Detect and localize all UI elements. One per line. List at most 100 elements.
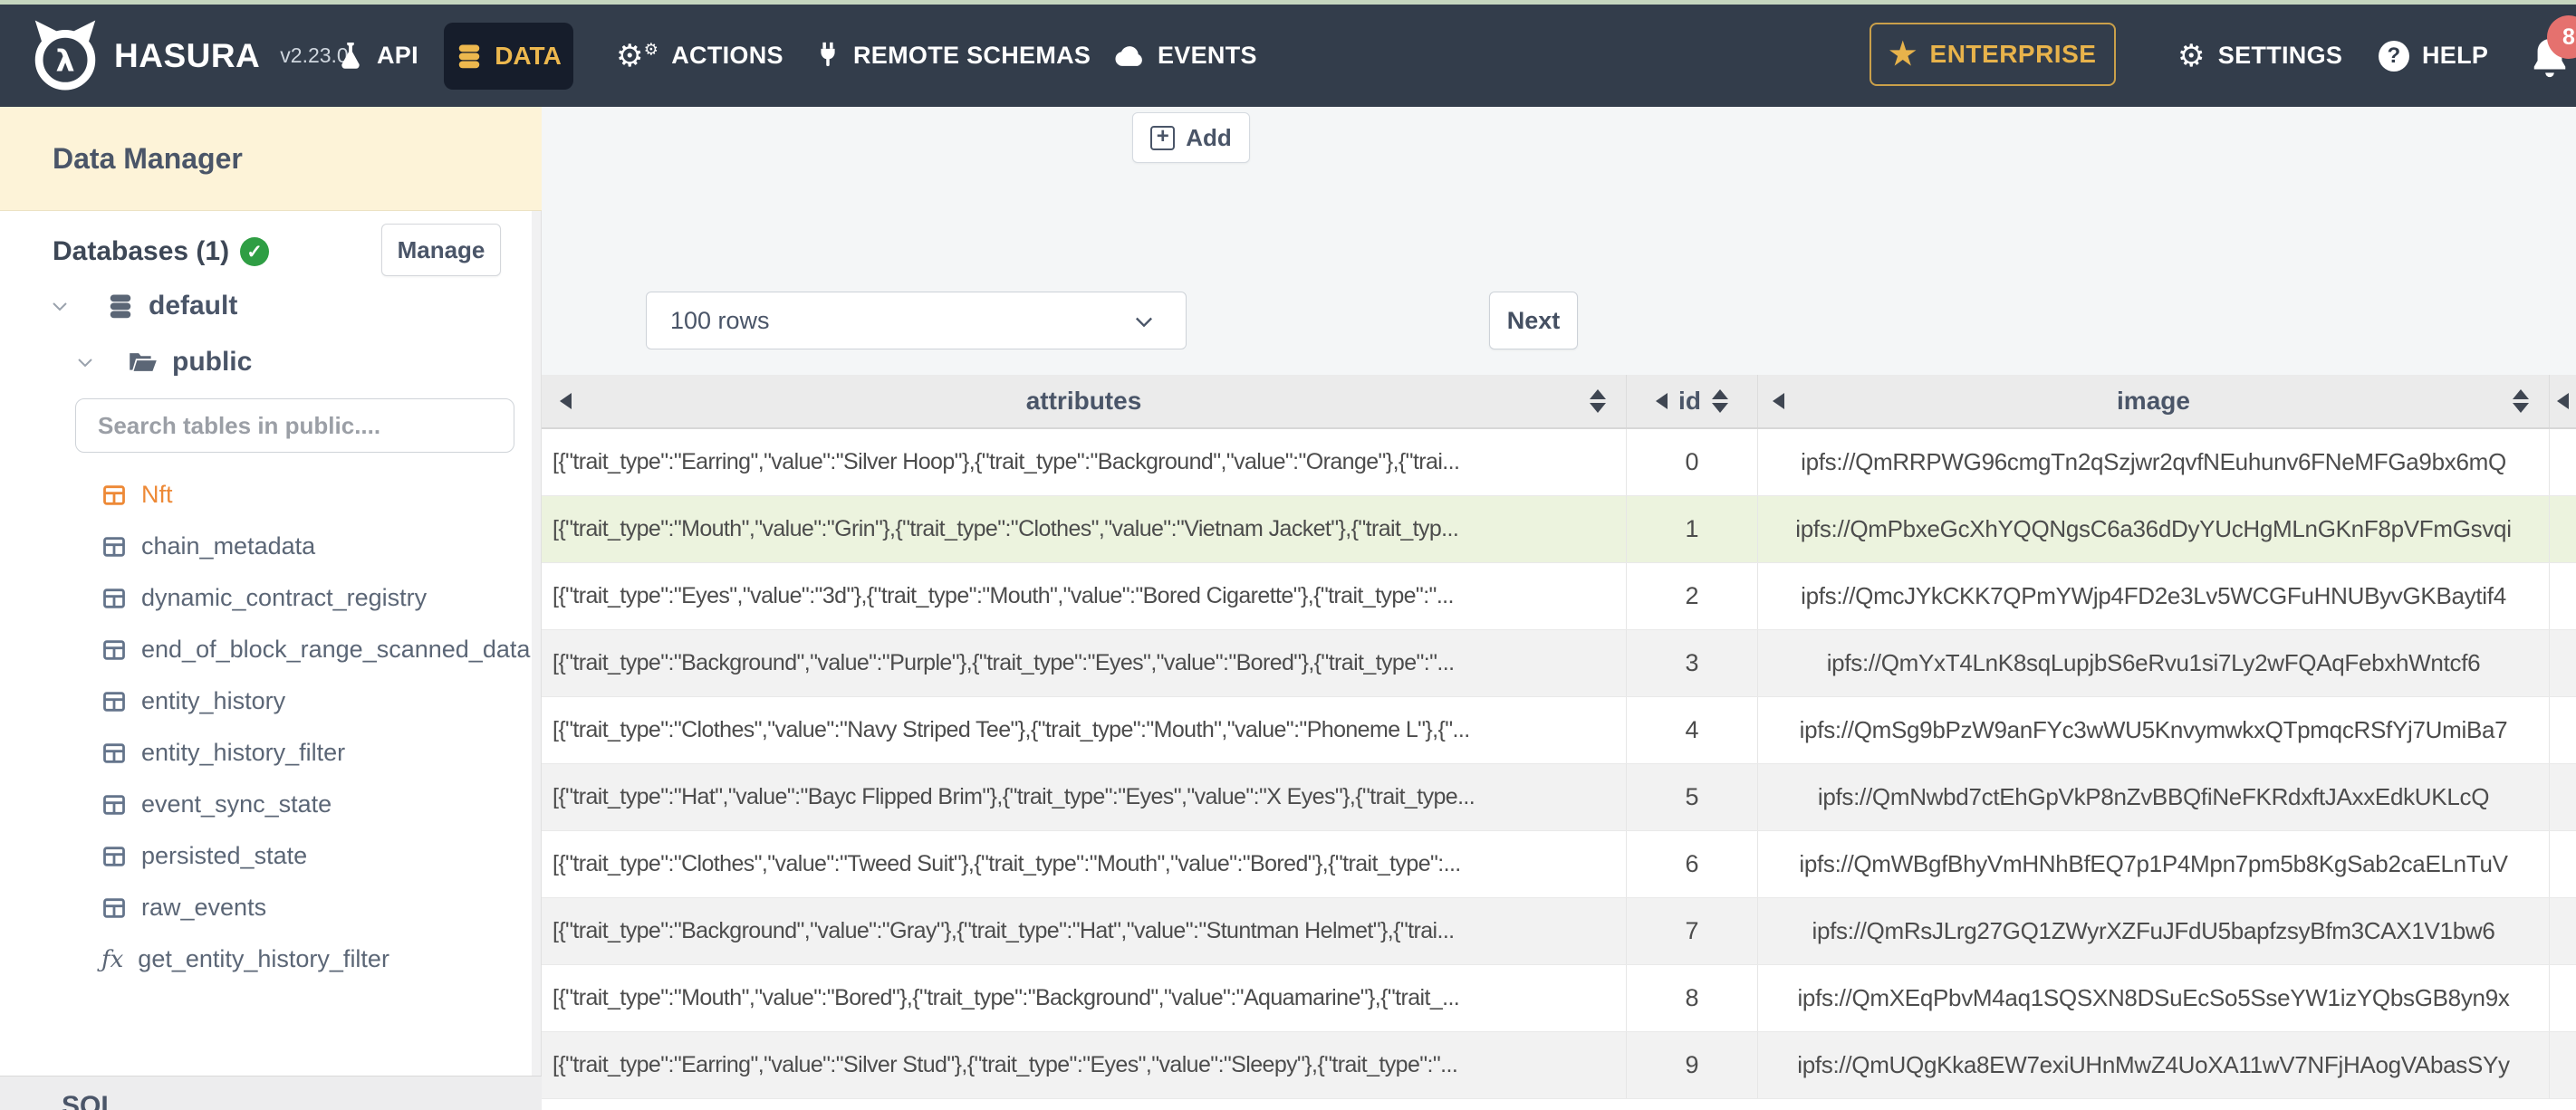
cell-id[interactable]: 9 xyxy=(1627,1032,1758,1098)
table-row[interactable]: [{"trait_type":"Hat","value":"Bayc Flipp… xyxy=(542,764,2576,831)
cell-id[interactable]: 2 xyxy=(1627,563,1758,629)
gear-icon: ⚙ xyxy=(2177,38,2206,73)
table-row[interactable]: [{"trait_type":"Earring","value":"Silver… xyxy=(542,429,2576,496)
cell-image[interactable]: ipfs://QmUQgKka8EW7exiUHnMwZ4UoXA11wV7NF… xyxy=(1758,1032,2550,1098)
cell-partial xyxy=(2550,630,2576,696)
databases-label: Databases (1) ✓ xyxy=(53,236,270,267)
sidebar-item-chain-metadata[interactable]: chain_metadata xyxy=(0,521,542,572)
nav-item-help[interactable]: ? HELP xyxy=(2379,5,2488,107)
sidebar-item-nft[interactable]: Nft xyxy=(0,469,542,521)
sidebar-item-end-of-block-range-scanned-data[interactable]: end_of_block_range_scanned_data xyxy=(0,624,542,675)
chevron-left-icon[interactable] xyxy=(2557,393,2569,409)
cell-id[interactable]: 1 xyxy=(1627,496,1758,562)
cell-attributes[interactable]: [{"trait_type":"Clothes","value":"Navy S… xyxy=(542,697,1627,763)
table-icon xyxy=(103,897,125,918)
search-tables-input[interactable] xyxy=(75,398,514,453)
chevron-left-icon[interactable] xyxy=(1656,393,1668,409)
cell-attributes[interactable]: [{"trait_type":"Earring","value":"Silver… xyxy=(542,1032,1627,1098)
sidebar-item-event-sync-state[interactable]: event_sync_state xyxy=(0,779,542,830)
cell-image[interactable]: ipfs://QmWBgfBhyVmHNhBfEQ7p1P4Mpn7pm5b8K… xyxy=(1758,831,2550,897)
tree-node-default-db[interactable]: default xyxy=(49,282,237,330)
cell-id[interactable]: 0 xyxy=(1627,429,1758,495)
manage-button[interactable]: Manage xyxy=(381,224,501,276)
table-icon xyxy=(103,639,125,660)
sidebar-item-persisted-state[interactable]: persisted_state xyxy=(0,830,542,882)
cell-image[interactable]: ipfs://QmNwbd7ctEhGpVkP8nZvBBQfiNeFKRdxf… xyxy=(1758,764,2550,830)
chevron-down-icon[interactable] xyxy=(74,351,96,373)
table-row[interactable]: [{"trait_type":"Eyes","value":"3d"},{"tr… xyxy=(542,563,2576,630)
cell-attributes[interactable]: [{"trait_type":"Background","value":"Pur… xyxy=(542,630,1627,696)
cell-attributes[interactable]: [{"trait_type":"Clothes","value":"Tweed … xyxy=(542,831,1627,897)
cloud-icon xyxy=(1115,45,1142,66)
cell-attributes[interactable]: [{"trait_type":"Eyes","value":"3d"},{"tr… xyxy=(542,563,1627,629)
cell-attributes[interactable]: [{"trait_type":"Hat","value":"Bayc Flipp… xyxy=(542,764,1627,830)
sort-icon[interactable] xyxy=(1590,389,1606,413)
cell-id[interactable]: 6 xyxy=(1627,831,1758,897)
svg-text:λ: λ xyxy=(55,43,74,79)
cell-image[interactable]: ipfs://QmYxT4LnK8sqLupjbS6eRvu1si7Ly2wFQ… xyxy=(1758,630,2550,696)
chevron-down-icon[interactable] xyxy=(49,295,71,317)
tree-node-public-schema[interactable]: public xyxy=(74,339,252,386)
cell-attributes[interactable]: [{"trait_type":"Mouth","value":"Bored"},… xyxy=(542,965,1627,1031)
database-icon xyxy=(458,44,480,69)
cell-image[interactable]: ipfs://QmRRPWG96cmgTn2qSzjwr2qvfNEuhunv6… xyxy=(1758,429,2550,495)
cell-id[interactable]: 5 xyxy=(1627,764,1758,830)
table-icon xyxy=(103,691,125,712)
cell-attributes[interactable]: [{"trait_type":"Earring","value":"Silver… xyxy=(542,429,1627,495)
nav-item-remote-schemas[interactable]: REMOTE SCHEMAS xyxy=(815,5,1091,107)
nav-item-data-active[interactable]: DATA xyxy=(444,23,573,90)
cell-image[interactable]: ipfs://QmSg9bPzW9anFYc3wWU5KnvymwkxQTpmq… xyxy=(1758,697,2550,763)
sidebar-item-sql[interactable]: SQL xyxy=(62,1091,118,1110)
next-page-button[interactable]: Next xyxy=(1489,292,1578,349)
table-row-highlighted[interactable]: [{"trait_type":"Mouth","value":"Grin"},{… xyxy=(542,496,2576,563)
table-row[interactable]: [{"trait_type":"Background","value":"Pur… xyxy=(542,630,2576,697)
add-row-button[interactable]: Add xyxy=(1132,112,1250,163)
add-icon xyxy=(1150,125,1176,150)
column-header-id[interactable]: id xyxy=(1627,375,1758,427)
cell-id[interactable]: 7 xyxy=(1627,898,1758,964)
nav-item-events[interactable]: EVENTS xyxy=(1114,5,1257,107)
table-row[interactable]: [{"trait_type":"Clothes","value":"Tweed … xyxy=(542,831,2576,898)
sidebar-scrollbar[interactable] xyxy=(532,211,541,1076)
table-row[interactable]: [{"trait_type":"Clothes","value":"Navy S… xyxy=(542,697,2576,764)
table-row[interactable]: [{"trait_type":"Earring","value":"Silver… xyxy=(542,1032,2576,1099)
nav-item-api[interactable]: API xyxy=(337,5,418,107)
table-name: Nft xyxy=(141,481,173,508)
schema-name: public xyxy=(172,347,253,377)
table-row[interactable]: [{"trait_type":"Mouth","value":"Bored"},… xyxy=(542,965,2576,1032)
cell-image[interactable]: ipfs://QmPbxeGcXhYQQNgsC6a36dDyYUcHgMLnG… xyxy=(1758,496,2550,562)
sort-icon[interactable] xyxy=(1711,389,1728,413)
table-row[interactable]: [{"trait_type":"Background","value":"Gra… xyxy=(542,898,2576,965)
hasura-logo-icon[interactable]: λ xyxy=(27,17,103,93)
nav-item-label: API xyxy=(377,42,418,69)
cell-id[interactable]: 8 xyxy=(1627,965,1758,1031)
cell-image[interactable]: ipfs://QmcJYkCKK7QPmYWjp4FD2e3Lv5WCGFuHN… xyxy=(1758,563,2550,629)
cell-id[interactable]: 4 xyxy=(1627,697,1758,763)
cell-image[interactable]: ipfs://QmRsJLrg27GQ1ZWyrXZFuJFdU5bapfzsy… xyxy=(1758,898,2550,964)
sidebar-footer: SQL xyxy=(0,1076,542,1110)
column-header-image[interactable]: image xyxy=(1758,375,2550,427)
enterprise-button[interactable]: ★ ENTERPRISE xyxy=(1870,23,2116,86)
nav-item-label: DATA xyxy=(495,42,562,70)
sidebar-item-dynamic-contract-registry[interactable]: dynamic_contract_registry xyxy=(0,572,542,624)
sidebar-item-entity-history-filter[interactable]: entity_history_filter xyxy=(0,727,542,779)
nav-item-label: EVENTS xyxy=(1158,42,1257,69)
cell-attributes[interactable]: [{"trait_type":"Mouth","value":"Grin"},{… xyxy=(542,496,1627,562)
cell-image[interactable]: ipfs://QmXEqPbvM4aq1SQSXN8DSuEcSo5SseYW1… xyxy=(1758,965,2550,1031)
column-header-partial[interactable] xyxy=(2550,375,2576,427)
function-name: get_entity_history_filter xyxy=(138,945,389,972)
cell-attributes[interactable]: [{"trait_type":"Background","value":"Gra… xyxy=(542,898,1627,964)
sidebar-item-entity-history[interactable]: entity_history xyxy=(0,675,542,727)
table-icon xyxy=(103,742,125,763)
rows-per-page-select[interactable]: 100 rows xyxy=(646,292,1187,349)
sort-icon[interactable] xyxy=(2513,389,2529,413)
flask-icon xyxy=(341,42,360,69)
table-icon xyxy=(103,536,125,557)
nav-item-settings[interactable]: ⚙ SETTINGS xyxy=(2177,5,2342,107)
cell-partial xyxy=(2550,1032,2576,1098)
nav-item-actions[interactable]: ⚙⚙ ACTIONS xyxy=(616,5,783,107)
column-header-attributes[interactable]: attributes xyxy=(542,375,1627,427)
sidebar-item-get-entity-history-filter[interactable]: ƒx get_entity_history_filter xyxy=(0,933,542,985)
cell-id[interactable]: 3 xyxy=(1627,630,1758,696)
sidebar-item-raw-events[interactable]: raw_events xyxy=(0,882,542,933)
